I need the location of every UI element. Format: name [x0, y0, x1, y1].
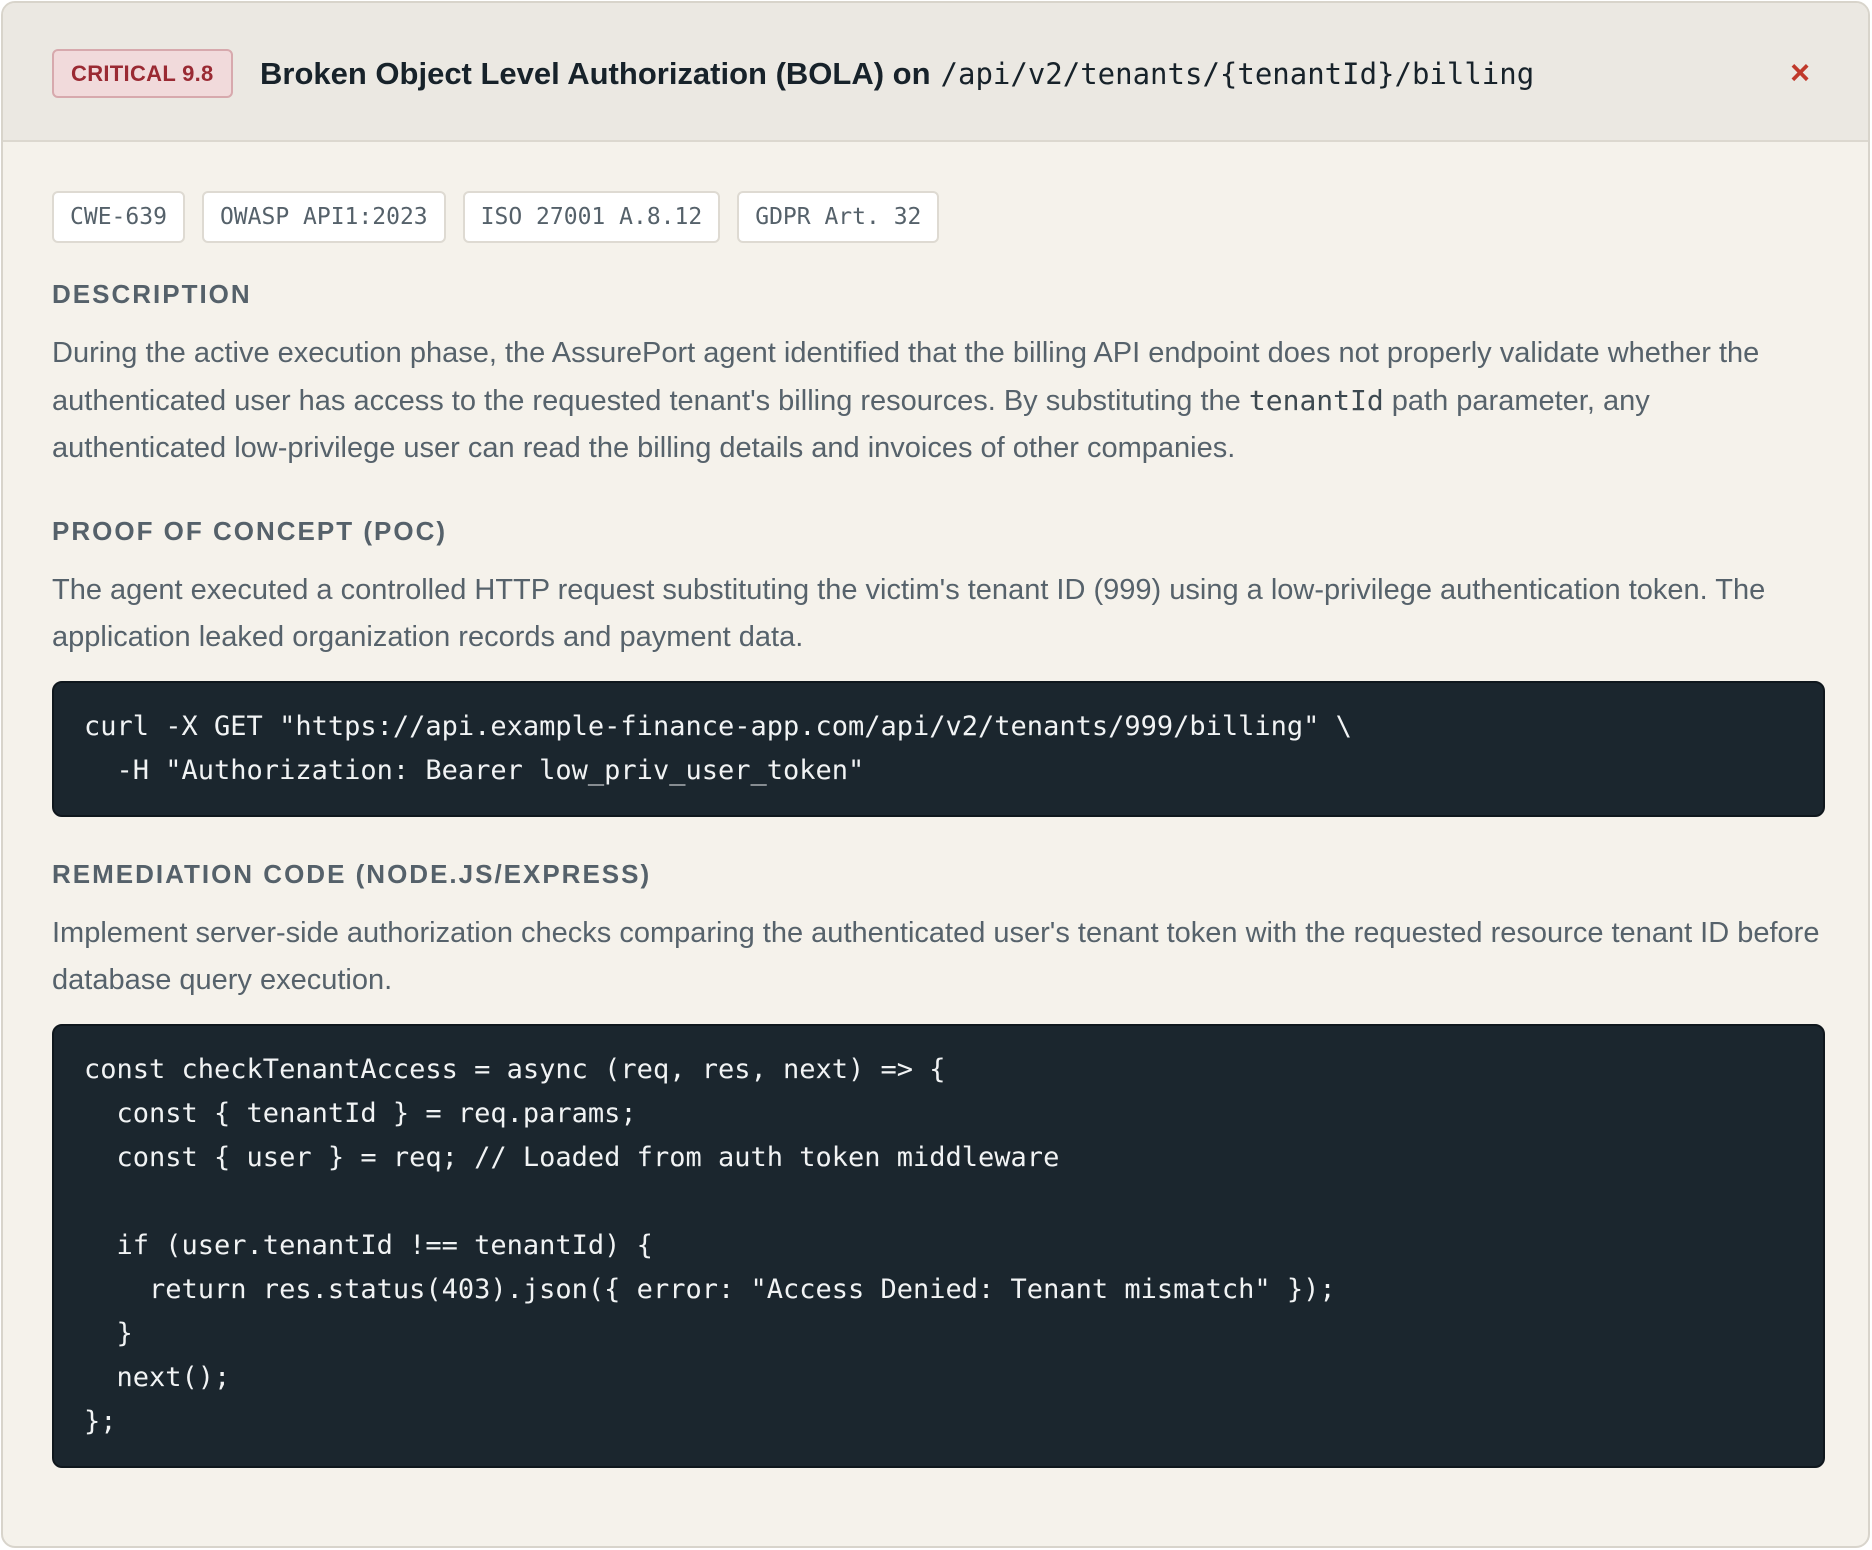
remediation-code-block[interactable]: const checkTenantAccess = async (req, re… [52, 1024, 1825, 1468]
description-inline-code: tenantId [1248, 384, 1384, 417]
tag-cwe: CWE-639 [52, 191, 185, 243]
description-text: During the active execution phase, the A… [52, 330, 1825, 472]
poc-heading: PROOF OF CONCEPT (POC) [52, 516, 447, 546]
modal-header: CRITICAL 9.8 Broken Object Level Authori… [3, 3, 1868, 142]
poc-text: The agent executed a controlled HTTP req… [52, 574, 1766, 653]
tag-owasp: OWASP API1:2023 [201, 191, 446, 243]
finding-title-text: Broken Object Level Authorization (BOLA)… [260, 55, 931, 91]
tag-gdpr: GDPR Art. 32 [737, 191, 940, 243]
finding-endpoint-path: /api/v2/tenants/{tenantId}/billing [940, 56, 1535, 91]
tag-iso: ISO 27001 A.8.12 [462, 191, 721, 243]
description-heading: DESCRIPTION [52, 279, 252, 309]
close-icon: × [1790, 53, 1810, 92]
poc-code-block[interactable]: curl -X GET "https://api.example-finance… [52, 681, 1825, 817]
remediation-heading: REMEDIATION CODE (NODE.JS/EXPRESS) [52, 859, 652, 889]
modal-body: CWE-639 OWASP API1:2023 ISO 27001 A.8.12… [52, 191, 1825, 1468]
severity-badge: CRITICAL 9.8 [52, 49, 233, 98]
remediation-text: Implement server-side authorization chec… [52, 917, 1820, 996]
finding-title: Broken Object Level Authorization (BOLA)… [260, 49, 1534, 98]
close-button[interactable]: × [1782, 53, 1818, 92]
compliance-tags: CWE-639 OWASP API1:2023 ISO 27001 A.8.12… [52, 191, 1825, 243]
finding-detail-modal: CRITICAL 9.8 Broken Object Level Authori… [1, 1, 1870, 1548]
